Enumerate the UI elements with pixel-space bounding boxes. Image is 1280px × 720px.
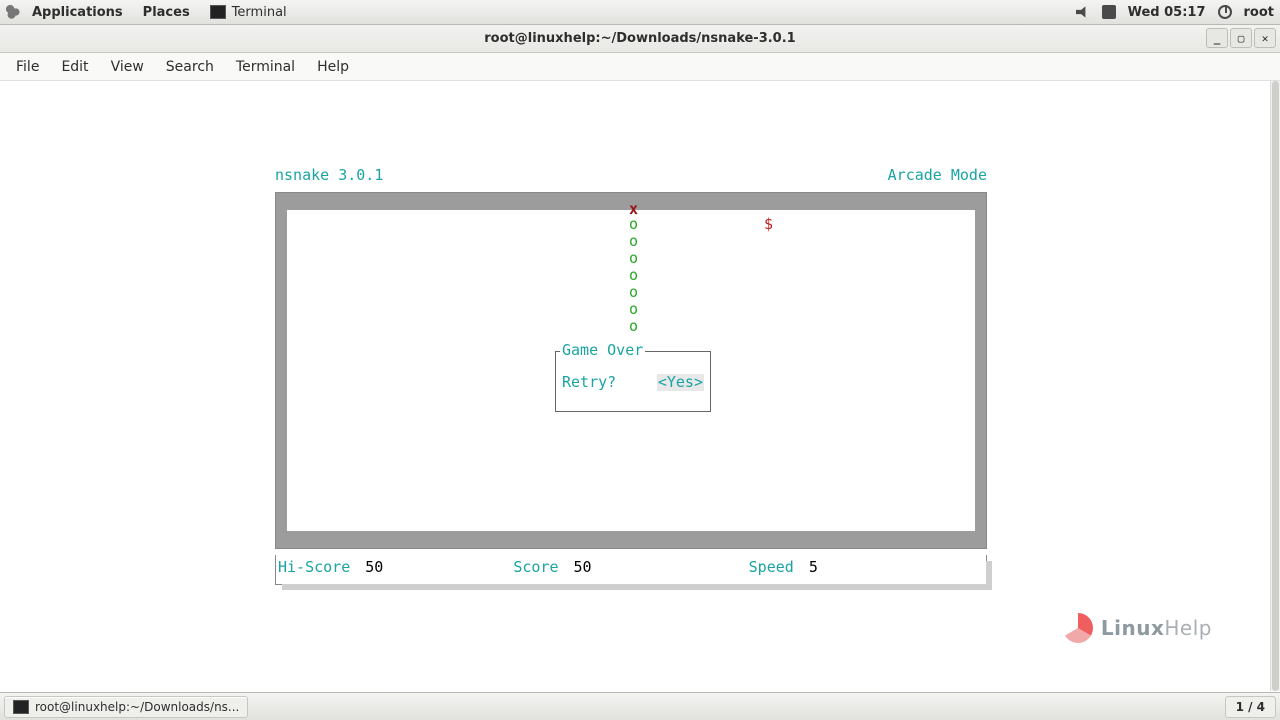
hiscore-value: 50 xyxy=(365,558,383,576)
window-minimize-button[interactable]: _ xyxy=(1206,28,1228,48)
gnome-top-panel: Applications Places Terminal Wed 05:17 r… xyxy=(0,0,1280,25)
arena-wall-bottom xyxy=(276,531,986,548)
user-menu[interactable]: root xyxy=(1244,5,1275,20)
snake-body: o xyxy=(629,284,638,301)
hiscore-label: Hi-Score xyxy=(278,558,350,576)
clock[interactable]: Wed 05:17 xyxy=(1128,5,1206,20)
gnome-foot-icon xyxy=(6,5,20,19)
terminal-scrollbar-thumb[interactable] xyxy=(1272,81,1279,691)
arena-wall-left xyxy=(276,210,287,531)
game-mode-label: Arcade Mode xyxy=(888,167,987,184)
window-titlebar: root@linuxhelp:~/Downloads/nsnake-3.0.1 … xyxy=(0,25,1280,53)
snake-body: o xyxy=(629,233,638,250)
menu-terminal[interactable]: Terminal xyxy=(226,56,305,78)
score-label: Score xyxy=(513,558,558,576)
linuxhelp-swirl-icon xyxy=(1063,613,1093,643)
snake-body: o xyxy=(629,267,638,284)
menu-help[interactable]: Help xyxy=(307,56,359,78)
terminal-icon xyxy=(13,700,29,714)
retry-yes-option[interactable]: <Yes> xyxy=(657,374,704,391)
snake-body: o xyxy=(629,216,638,233)
score-value: 50 xyxy=(574,558,592,576)
play-area: x o o o o o o o $ Game Over Retry? <Yes> xyxy=(287,210,975,531)
food: $ xyxy=(764,216,773,233)
snake-body: o xyxy=(629,250,638,267)
running-app-label: Terminal xyxy=(232,5,287,20)
linuxhelp-watermark: LinuxHelp xyxy=(1063,613,1212,643)
game-over-title: Game Over xyxy=(560,342,645,359)
gnome-bottom-panel: root@linuxhelp:~/Downloads/ns... 1 / 4 xyxy=(0,692,1280,720)
menu-edit[interactable]: Edit xyxy=(51,56,98,78)
terminal-menubar: File Edit View Search Terminal Help xyxy=(0,53,1280,81)
game-over-dialog: Game Over Retry? <Yes> xyxy=(555,351,711,412)
retry-prompt: Retry? xyxy=(562,374,616,391)
game-border: x o o o o o o o $ Game Over Retry? <Yes> xyxy=(275,192,987,549)
arena-wall-right xyxy=(975,210,986,531)
terminal-scrollbar[interactable] xyxy=(1270,81,1280,691)
volume-icon[interactable] xyxy=(1076,5,1090,19)
running-app-indicator[interactable]: Terminal xyxy=(202,3,295,22)
menu-search[interactable]: Search xyxy=(156,56,224,78)
speed-value: 5 xyxy=(809,558,818,576)
nsnake-game: nsnake 3.0.1 Arcade Mode x o o o o o o o… xyxy=(275,167,987,585)
terminal-viewport[interactable]: nsnake 3.0.1 Arcade Mode x o o o o o o o… xyxy=(0,81,1270,691)
taskbar-item-terminal[interactable]: root@linuxhelp:~/Downloads/ns... xyxy=(4,696,248,718)
menu-file[interactable]: File xyxy=(6,56,49,78)
menu-view[interactable]: View xyxy=(101,56,154,78)
network-icon[interactable] xyxy=(1102,5,1116,19)
places-menu[interactable]: Places xyxy=(135,3,198,22)
frame-shadow-bottom xyxy=(282,584,992,590)
applications-menu[interactable]: Applications xyxy=(24,3,131,22)
linuxhelp-text: LinuxHelp xyxy=(1101,620,1212,637)
game-name-label: nsnake 3.0.1 xyxy=(275,167,383,184)
window-close-button[interactable]: ✕ xyxy=(1254,28,1276,48)
shutdown-icon[interactable] xyxy=(1218,5,1232,19)
speed-label: Speed xyxy=(749,558,794,576)
taskbar-item-label: root@linuxhelp:~/Downloads/ns... xyxy=(35,700,239,714)
snake-body: o xyxy=(629,318,638,335)
status-bar: Hi-Score 50 Score 50 Speed 5 xyxy=(275,555,987,585)
window-maximize-button[interactable]: ▢ xyxy=(1230,28,1252,48)
terminal-icon xyxy=(210,5,226,19)
snake-body: o xyxy=(629,301,638,318)
window-title: root@linuxhelp:~/Downloads/nsnake-3.0.1 xyxy=(484,31,795,46)
workspace-switcher[interactable]: 1 / 4 xyxy=(1225,696,1276,718)
